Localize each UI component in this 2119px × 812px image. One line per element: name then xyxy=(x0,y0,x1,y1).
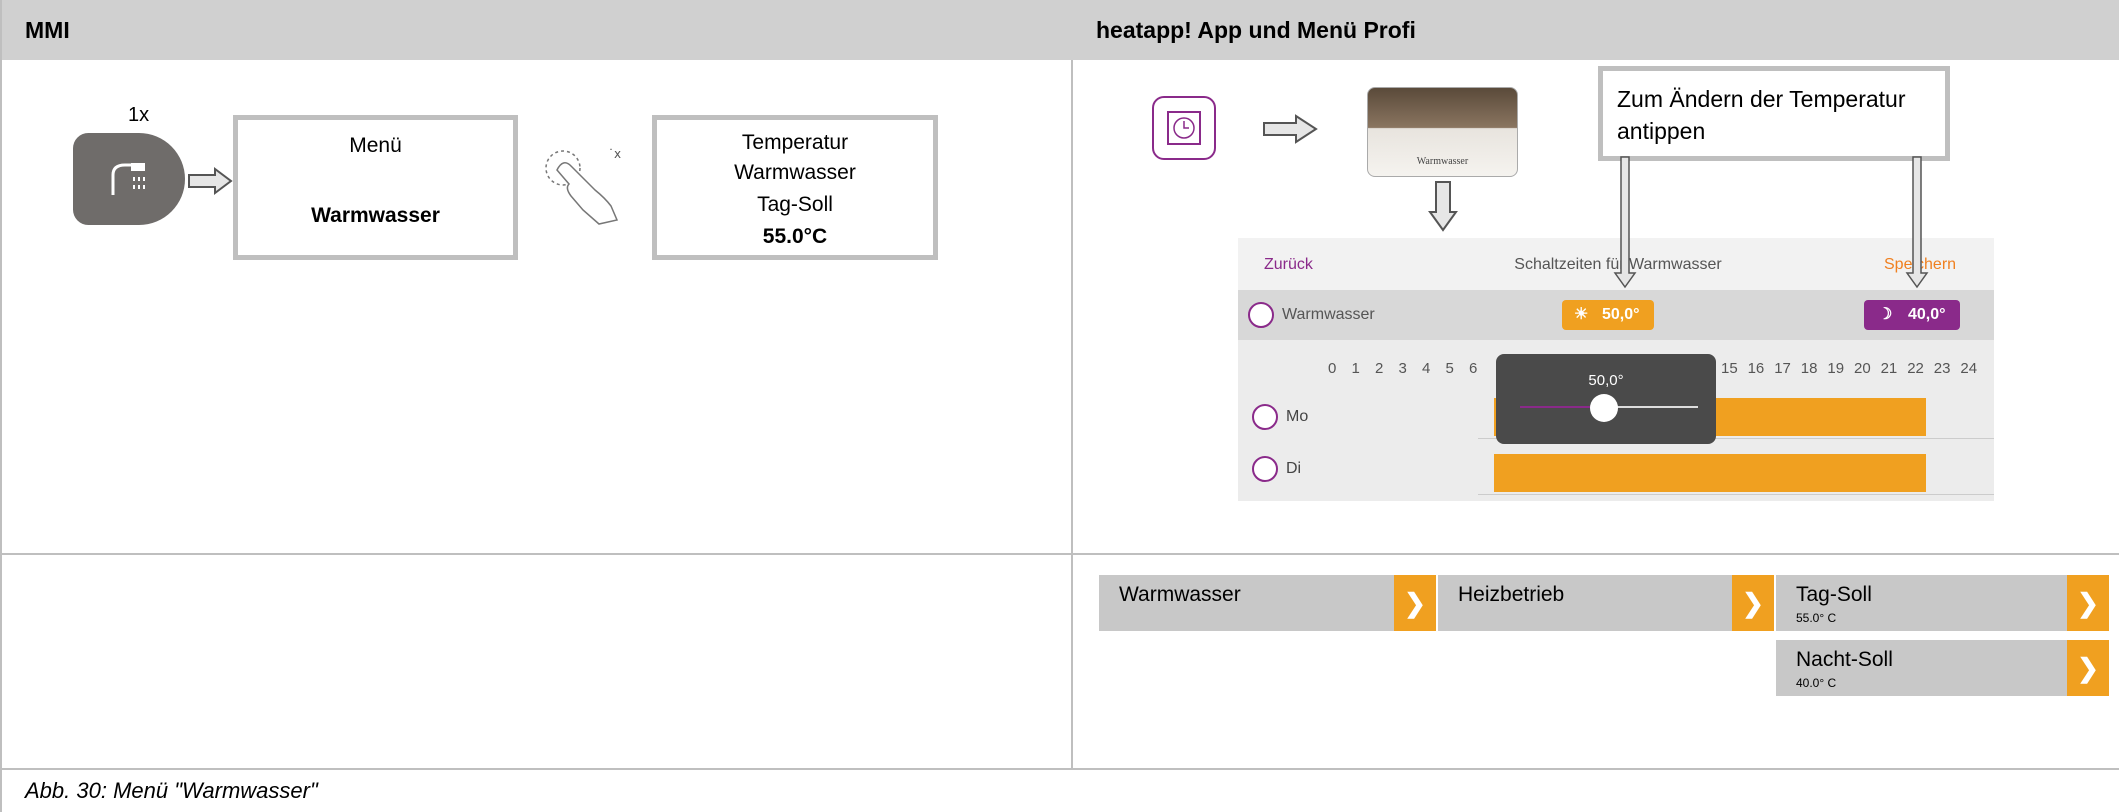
pointer-arrow-icon xyxy=(1613,156,1637,289)
moon-icon: ☽ xyxy=(1878,306,1893,323)
menu-selection: Warmwasser xyxy=(311,204,440,227)
svg-text:˙x: ˙x xyxy=(608,147,621,161)
hour-label: 24 xyxy=(1960,360,1978,377)
slider-value: 50,0° xyxy=(1588,372,1624,389)
menu-item-label: Tag-Soll xyxy=(1796,583,1872,606)
menu-item-value: 40.0° C xyxy=(1796,676,1837,690)
hour-label: 3 xyxy=(1398,360,1407,377)
day-label-di: Di xyxy=(1286,460,1302,477)
night-temp-value: 40,0° xyxy=(1908,306,1946,323)
day-icon xyxy=(1252,456,1278,482)
back-button[interactable]: Zurück xyxy=(1264,256,1313,274)
table-row-divider xyxy=(0,553,2119,555)
hour-label: 5 xyxy=(1445,360,1454,377)
tile-label: Warmwasser xyxy=(1416,156,1469,167)
hour-label: 15 xyxy=(1721,360,1738,377)
arrow-right-icon xyxy=(188,167,233,195)
mmi-display-menu: Menü Warmwasser xyxy=(233,115,518,260)
hour-label: 23 xyxy=(1933,360,1951,377)
menu-title: Menü xyxy=(349,134,402,157)
hour-label: 16 xyxy=(1747,360,1765,377)
zone-label: Warmwasser xyxy=(1282,306,1375,323)
chevron-right-icon: ❯ xyxy=(2067,640,2109,696)
pointer-arrow-icon xyxy=(1905,156,1929,289)
menu-item-label: Warmwasser xyxy=(1119,583,1241,606)
app-header: heatapp! App und Menü Profi xyxy=(1071,0,2119,60)
table-bottom-divider xyxy=(0,768,2119,770)
table-border-left xyxy=(0,0,2,812)
temperature-slider-popup: 50,0° xyxy=(1496,354,1716,444)
arrow-right-icon xyxy=(1263,114,1318,144)
tap-hint-callout: Zum Ändern der Temperatur antippen xyxy=(1598,66,1950,161)
hour-label: 21 xyxy=(1880,360,1898,377)
document-page: { "header": {"left_title": "MMI", "right… xyxy=(0,0,2119,812)
menu-item-tag-soll[interactable]: Tag-Soll 55.0° C ❯ xyxy=(1776,575,2109,631)
hour-label: 2 xyxy=(1375,360,1384,377)
day-temp-button[interactable]: ☀ 50,0° xyxy=(1562,300,1654,330)
arrow-down-icon xyxy=(1428,181,1458,232)
hour-label: 18 xyxy=(1800,360,1818,377)
menu-item-heizbetrieb[interactable]: Heizbetrieb ❯ xyxy=(1438,575,1774,631)
slider-thumb[interactable] xyxy=(1590,394,1618,422)
mmi-header: MMI xyxy=(0,0,1071,60)
sun-icon: ☀ xyxy=(1574,306,1589,323)
shower-icon xyxy=(111,163,145,195)
press-count-label: 1x xyxy=(128,104,150,126)
day-label-mo: Mo xyxy=(1286,408,1309,425)
hour-label: 0 xyxy=(1328,360,1337,377)
menu-item-value: 55.0° C xyxy=(1796,611,1837,625)
menu-item-warmwasser[interactable]: Warmwasser ❯ xyxy=(1099,575,1436,631)
temp-setpoint-value: 55.0°C xyxy=(762,225,828,248)
mmi-display-temperature: Temperatur Warmwasser Tag-Soll 55.0°C xyxy=(652,115,938,260)
schedule-app-icon[interactable] xyxy=(1152,96,1216,160)
figure-caption: Abb. 30: Menü "Warmwasser" xyxy=(25,778,318,803)
zone-icon xyxy=(1248,302,1274,328)
temp-setpoint-label: Tag-Soll xyxy=(757,193,833,216)
row-divider xyxy=(1478,494,1994,495)
menu-item-nacht-soll[interactable]: Nacht-Soll 40.0° C ❯ xyxy=(1776,640,2109,696)
clock-icon xyxy=(1167,111,1201,145)
hour-label: 1 xyxy=(1351,360,1360,377)
chevron-right-icon: ❯ xyxy=(1394,575,1436,631)
slider-fill xyxy=(1520,406,1600,408)
hour-label: 6 xyxy=(1469,360,1478,377)
temp-title-line2: Warmwasser xyxy=(734,161,856,184)
hour-label: 17 xyxy=(1774,360,1791,377)
table-column-divider xyxy=(1071,60,1073,770)
chevron-right-icon: ❯ xyxy=(2067,575,2109,631)
night-temp-button[interactable]: ☽ 40,0° xyxy=(1864,300,1960,330)
hour-label: 4 xyxy=(1422,360,1431,377)
hot-water-button[interactable] xyxy=(73,133,185,225)
zone-row: Warmwasser ☀ 50,0° ☽ 40,0° xyxy=(1238,290,1994,340)
day-temp-value: 50,0° xyxy=(1602,306,1640,323)
day-icon xyxy=(1252,404,1278,430)
rotate-knob-hand-icon: ˙x xyxy=(545,147,621,225)
menu-item-label: Nacht-Soll xyxy=(1796,648,1893,671)
hour-label: 19 xyxy=(1827,360,1845,377)
menu-item-label: Heizbetrieb xyxy=(1458,583,1565,606)
hour-label: 20 xyxy=(1854,360,1871,377)
temp-title-line1: Temperatur xyxy=(741,131,849,154)
chevron-right-icon: ❯ xyxy=(1732,575,1774,631)
hour-label: 22 xyxy=(1907,360,1924,377)
warmwasser-tile[interactable]: Warmwasser xyxy=(1367,87,1518,177)
schedule-bar-di[interactable] xyxy=(1494,454,1926,492)
